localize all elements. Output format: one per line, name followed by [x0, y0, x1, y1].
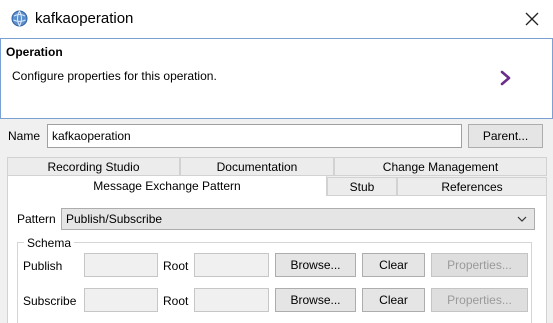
subscribe-properties-button[interactable]: Properties...	[431, 288, 528, 312]
subscribe-label: Subscribe	[23, 294, 77, 308]
publish-browse-button[interactable]: Browse...	[275, 253, 356, 277]
tab-message-exchange-pattern[interactable]: Message Exchange Pattern	[7, 175, 327, 196]
close-icon	[525, 12, 539, 26]
publish-properties-button[interactable]: Properties...	[431, 253, 528, 277]
tab-recording-studio[interactable]: Recording Studio	[7, 157, 180, 176]
operation-header: Operation Configure properties for this …	[0, 38, 553, 119]
pattern-value: Publish/Subscribe	[66, 212, 163, 226]
name-input[interactable]	[47, 124, 462, 148]
publish-root-field[interactable]	[194, 253, 269, 277]
name-label: Name	[8, 129, 41, 143]
publish-clear-button[interactable]: Clear	[362, 253, 425, 277]
subscribe-root-label: Root	[163, 294, 189, 308]
subscribe-root-field[interactable]	[194, 288, 269, 312]
globe-app-icon	[11, 10, 28, 27]
chevron-down-icon	[516, 213, 528, 225]
pattern-label: Pattern	[17, 212, 56, 226]
schema-label: Schema	[24, 236, 75, 250]
header-description: Configure properties for this operation.	[12, 69, 217, 83]
window-title: kafkaoperation	[35, 10, 134, 27]
chevron-right-icon[interactable]	[497, 67, 515, 89]
close-button[interactable]	[518, 5, 546, 33]
publish-root-label: Root	[163, 259, 189, 273]
tab-documentation[interactable]: Documentation	[180, 157, 334, 176]
subscribe-schema-field[interactable]	[84, 288, 158, 312]
parent-button[interactable]: Parent...	[468, 124, 543, 148]
tab-references[interactable]: References	[397, 177, 547, 196]
header-title: Operation	[6, 45, 63, 59]
publish-schema-field[interactable]	[84, 253, 158, 277]
tab-change-management[interactable]: Change Management	[334, 157, 547, 176]
subscribe-browse-button[interactable]: Browse...	[275, 288, 356, 312]
tab-stub[interactable]: Stub	[327, 177, 397, 196]
publish-label: Publish	[23, 259, 63, 273]
subscribe-clear-button[interactable]: Clear	[362, 288, 425, 312]
pattern-select[interactable]: Publish/Subscribe	[61, 208, 535, 230]
